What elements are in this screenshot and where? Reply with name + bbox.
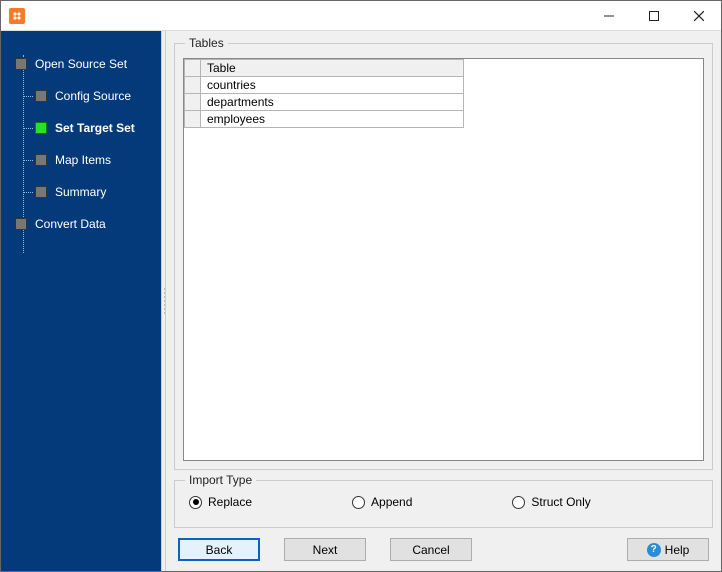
step-label: Set Target Set — [55, 121, 135, 135]
radio-append[interactable]: Append — [352, 495, 412, 509]
step-label: Convert Data — [35, 217, 106, 231]
maximize-button[interactable] — [631, 1, 676, 30]
step-marker-icon — [15, 218, 27, 230]
row-header — [185, 94, 201, 111]
table-cell[interactable]: employees — [201, 111, 464, 128]
row-header — [185, 111, 201, 128]
next-button[interactable]: Next — [284, 538, 366, 561]
table-row[interactable]: employees — [185, 111, 464, 128]
tables-grid[interactable]: Table countriesdepartmentsemployees — [183, 58, 704, 461]
radio-label: Struct Only — [531, 495, 590, 509]
wizard-button-row: Back Next Cancel ? Help — [174, 528, 713, 563]
help-icon: ? — [647, 543, 661, 557]
wizard-step-summary[interactable]: Summary — [1, 179, 161, 205]
tables-legend: Tables — [185, 36, 228, 50]
wizard-window: Open Source Set Config Source Set Target S… — [0, 0, 722, 572]
wizard-step-config-source[interactable]: Config Source — [1, 83, 161, 109]
wizard-step-set-target-set[interactable]: Set Target Set — [1, 115, 161, 141]
back-button[interactable]: Back — [178, 538, 260, 561]
radio-icon — [189, 496, 202, 509]
radio-label: Append — [371, 495, 412, 509]
wizard-step-map-items[interactable]: Map Items — [1, 147, 161, 173]
step-label: Open Source Set — [35, 57, 127, 71]
table-row[interactable]: countries — [185, 77, 464, 94]
help-button-label: Help — [665, 543, 690, 557]
help-button[interactable]: ? Help — [627, 538, 709, 561]
wizard-step-open-source-set[interactable]: Open Source Set — [1, 51, 161, 77]
titlebar — [1, 1, 721, 31]
step-marker-icon — [15, 58, 27, 70]
tables-group: Tables Table countriesdepartmentsemploye… — [174, 43, 713, 470]
table-row[interactable]: departments — [185, 94, 464, 111]
back-button-label: Back — [206, 543, 233, 557]
radio-replace[interactable]: Replace — [189, 495, 252, 509]
column-header-table[interactable]: Table — [201, 60, 464, 77]
main-panel: Tables Table countriesdepartmentsemploye… — [166, 31, 721, 571]
radio-label: Replace — [208, 495, 252, 509]
step-label: Map Items — [55, 153, 111, 167]
grid-corner — [185, 60, 201, 77]
close-button[interactable] — [676, 1, 721, 30]
step-label: Config Source — [55, 89, 131, 103]
radio-icon — [352, 496, 365, 509]
radio-struct-only[interactable]: Struct Only — [512, 495, 590, 509]
wizard-steps-sidebar: Open Source Set Config Source Set Target S… — [1, 31, 161, 571]
row-header — [185, 77, 201, 94]
step-marker-icon — [35, 154, 47, 166]
minimize-button[interactable] — [586, 1, 631, 30]
table-cell[interactable]: countries — [201, 77, 464, 94]
step-marker-icon — [35, 90, 47, 102]
wizard-step-convert-data[interactable]: Convert Data — [1, 211, 161, 237]
next-button-label: Next — [313, 543, 338, 557]
cancel-button-label: Cancel — [412, 543, 449, 557]
step-marker-icon — [35, 186, 47, 198]
step-marker-icon — [35, 122, 47, 134]
app-icon — [9, 8, 25, 24]
step-label: Summary — [55, 185, 106, 199]
radio-icon — [512, 496, 525, 509]
table-cell[interactable]: departments — [201, 94, 464, 111]
cancel-button[interactable]: Cancel — [390, 538, 472, 561]
splitter-handle[interactable] — [161, 31, 166, 571]
import-type-legend: Import Type — [185, 473, 256, 487]
import-type-group: Import Type ReplaceAppendStruct Only — [174, 480, 713, 528]
